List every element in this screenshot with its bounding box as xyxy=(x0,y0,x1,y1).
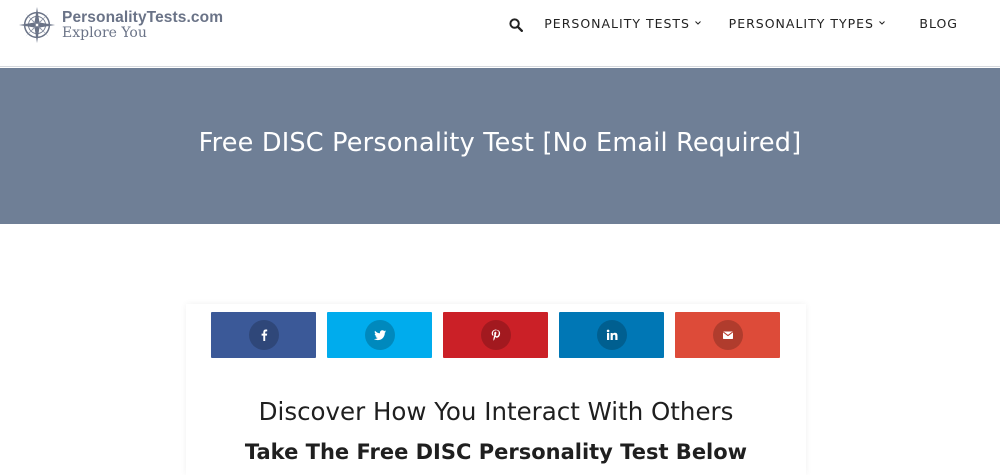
nav-personality-tests-label: PERSONALITY TESTS xyxy=(544,16,690,31)
search-icon[interactable] xyxy=(509,17,524,33)
content-headline: Discover How You Interact With Others xyxy=(258,397,734,426)
nav-blog-label: BLOG xyxy=(919,16,958,31)
nav-personality-tests[interactable]: PERSONALITY TESTS xyxy=(544,15,702,33)
site-logo[interactable]: PersonalityTests.com Explore You xyxy=(18,4,223,46)
page-title: Free DISC Personality Test [No Email Req… xyxy=(198,128,802,158)
chevron-down-icon xyxy=(695,20,701,25)
linkedin-icon xyxy=(606,329,617,340)
email-icon xyxy=(722,331,733,339)
facebook-icon xyxy=(261,329,267,341)
logo-text: PersonalityTests.com Explore You xyxy=(62,10,223,41)
compass-icon xyxy=(18,6,56,44)
share-pinterest-icon-wrap xyxy=(480,320,511,350)
nav-blog[interactable]: BLOG xyxy=(919,15,958,33)
share-twitter-icon-wrap xyxy=(364,320,395,350)
content-subheadline: Take The Free DISC Personality Test Belo… xyxy=(244,440,748,464)
share-linkedin-button[interactable] xyxy=(559,312,664,358)
share-twitter-button[interactable] xyxy=(327,312,432,358)
nav-personality-types-label: PERSONALITY TYPES xyxy=(728,16,874,31)
site-header: PersonalityTests.com Explore You PERSONA… xyxy=(0,0,1000,67)
share-email-icon-wrap xyxy=(712,320,743,350)
nav-personality-types[interactable]: PERSONALITY TYPES xyxy=(729,15,886,33)
pinterest-icon xyxy=(491,329,500,341)
chevron-down-icon xyxy=(879,20,885,25)
twitter-icon xyxy=(373,330,386,341)
share-facebook-icon-wrap xyxy=(248,320,279,350)
logo-tagline: Explore You xyxy=(62,25,147,42)
share-facebook-button[interactable] xyxy=(211,312,316,358)
logo-site-name: PersonalityTests.com xyxy=(62,8,224,26)
share-linkedin-icon-wrap xyxy=(596,320,627,350)
share-email-button[interactable] xyxy=(675,312,780,358)
hero-banner: Free DISC Personality Test [No Email Req… xyxy=(0,68,1000,224)
share-pinterest-button[interactable] xyxy=(443,312,548,358)
